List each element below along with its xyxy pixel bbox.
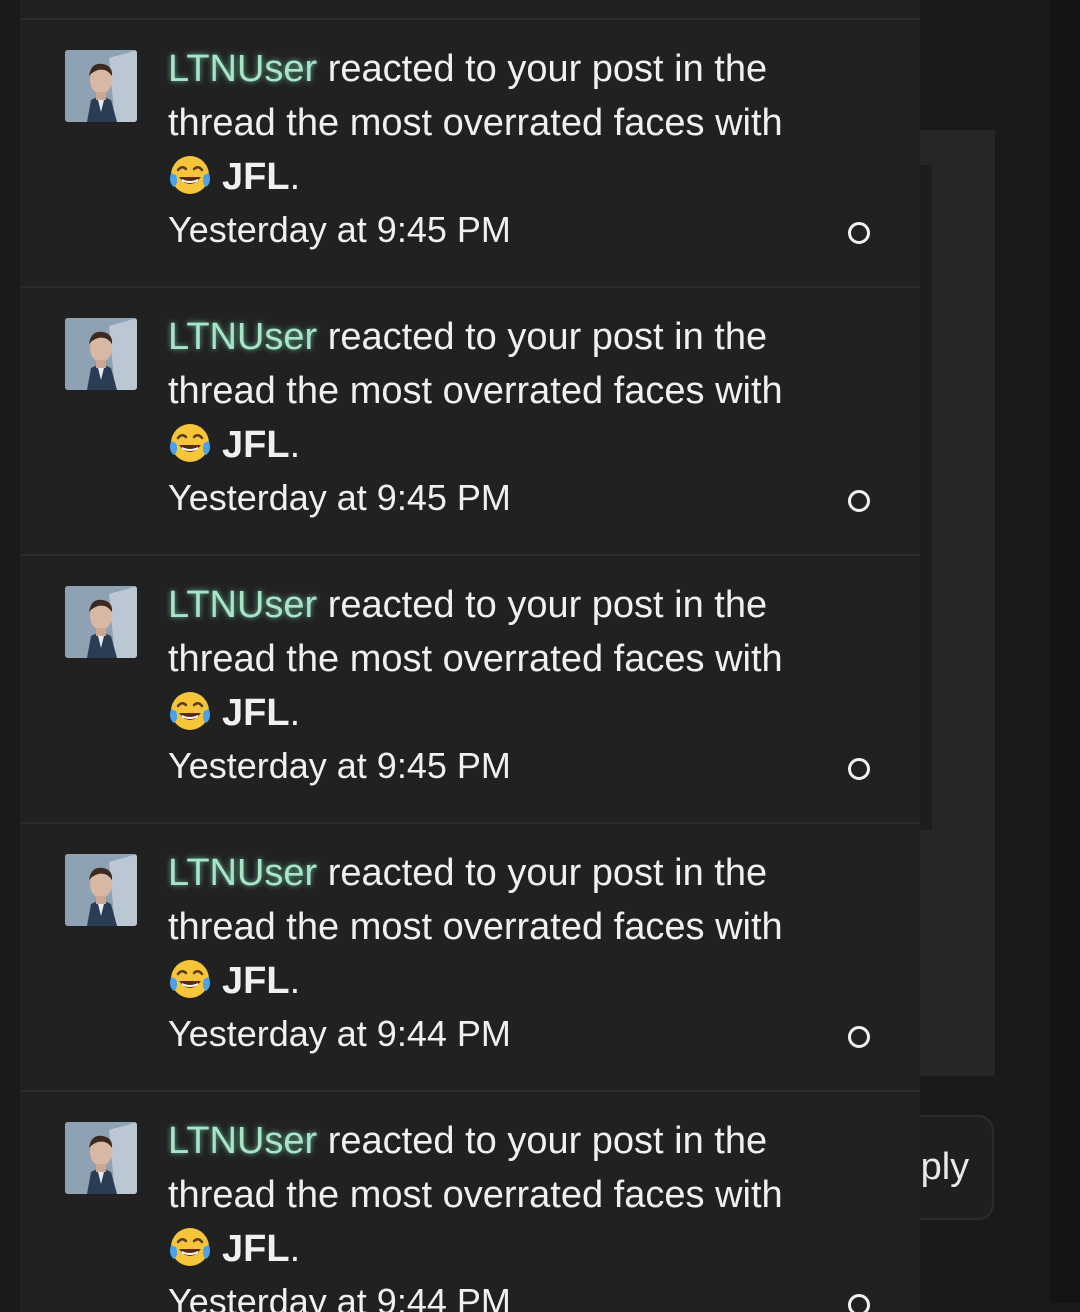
notification-period: . bbox=[289, 692, 301, 734]
user-avatar[interactable] bbox=[65, 1122, 137, 1194]
background-panel-shadow bbox=[918, 165, 932, 830]
user-avatar[interactable] bbox=[65, 50, 137, 122]
notification-time: Yesterday at 9:45 PM bbox=[168, 745, 511, 786]
notification-item[interactable]: LTNUser reacted to your post in the thre… bbox=[20, 824, 920, 1092]
notification-list: LTNUser reacted to your post in the thre… bbox=[20, 0, 920, 1312]
mark-read-toggle[interactable] bbox=[848, 1294, 870, 1312]
crying-laughing-face-icon bbox=[168, 689, 212, 733]
notification-time: Yesterday at 9:44 PM bbox=[168, 1013, 511, 1054]
crying-laughing-face-icon bbox=[168, 153, 212, 197]
notification-time: Yesterday at 9:45 PM bbox=[168, 209, 511, 250]
username-link[interactable]: LTNUser bbox=[168, 584, 317, 626]
notification-period: . bbox=[289, 424, 301, 466]
username-link[interactable]: LTNUser bbox=[168, 48, 317, 90]
user-avatar[interactable] bbox=[65, 854, 137, 926]
notification-item[interactable]: LTNUser reacted to your post in the thre… bbox=[20, 0, 920, 20]
notification-text: LTNUser reacted to your post in the thre… bbox=[168, 578, 828, 740]
reaction-name: JFL bbox=[222, 1228, 290, 1270]
notification-period: . bbox=[289, 960, 301, 1002]
notification-text: LTNUser reacted to your post in the thre… bbox=[168, 42, 828, 204]
reaction-name: JFL bbox=[222, 424, 290, 466]
notification-period: . bbox=[289, 156, 301, 198]
notification-time: Yesterday at 9:45 PM bbox=[168, 477, 511, 518]
username-link[interactable]: LTNUser bbox=[168, 1120, 317, 1162]
reaction-name: JFL bbox=[222, 960, 290, 1002]
username-link[interactable]: LTNUser bbox=[168, 316, 317, 358]
notification-text: LTNUser reacted to your post in the thre… bbox=[168, 1114, 828, 1276]
notification-period: . bbox=[289, 1228, 301, 1270]
user-avatar[interactable] bbox=[65, 586, 137, 658]
user-avatar[interactable] bbox=[65, 318, 137, 390]
notification-item[interactable]: LTNUser reacted to your post in the thre… bbox=[20, 556, 920, 824]
notifications-popup: LTNUser reacted to your post in the thre… bbox=[20, 0, 920, 1312]
notification-text: LTNUser reacted to your post in the thre… bbox=[168, 310, 828, 472]
crying-laughing-face-icon bbox=[168, 1225, 212, 1269]
notification-item[interactable]: LTNUser reacted to your post in the thre… bbox=[20, 20, 920, 288]
crying-laughing-face-icon bbox=[168, 421, 212, 465]
mark-read-toggle[interactable] bbox=[848, 222, 870, 244]
notification-item[interactable]: LTNUser reacted to your post in the thre… bbox=[20, 1092, 920, 1312]
mark-read-toggle[interactable] bbox=[848, 490, 870, 512]
page-scroll-track bbox=[1050, 0, 1080, 1303]
reaction-name: JFL bbox=[222, 156, 290, 198]
notification-text: LTNUser reacted to your post in the thre… bbox=[168, 846, 828, 1008]
mark-read-toggle[interactable] bbox=[848, 758, 870, 780]
mark-read-toggle[interactable] bbox=[848, 1026, 870, 1048]
notification-time: Yesterday at 9:44 PM bbox=[168, 1281, 511, 1312]
notification-item[interactable]: LTNUser reacted to your post in the thre… bbox=[20, 288, 920, 556]
crying-laughing-face-icon bbox=[168, 957, 212, 1001]
username-link[interactable]: LTNUser bbox=[168, 852, 317, 894]
reaction-name: JFL bbox=[222, 692, 290, 734]
